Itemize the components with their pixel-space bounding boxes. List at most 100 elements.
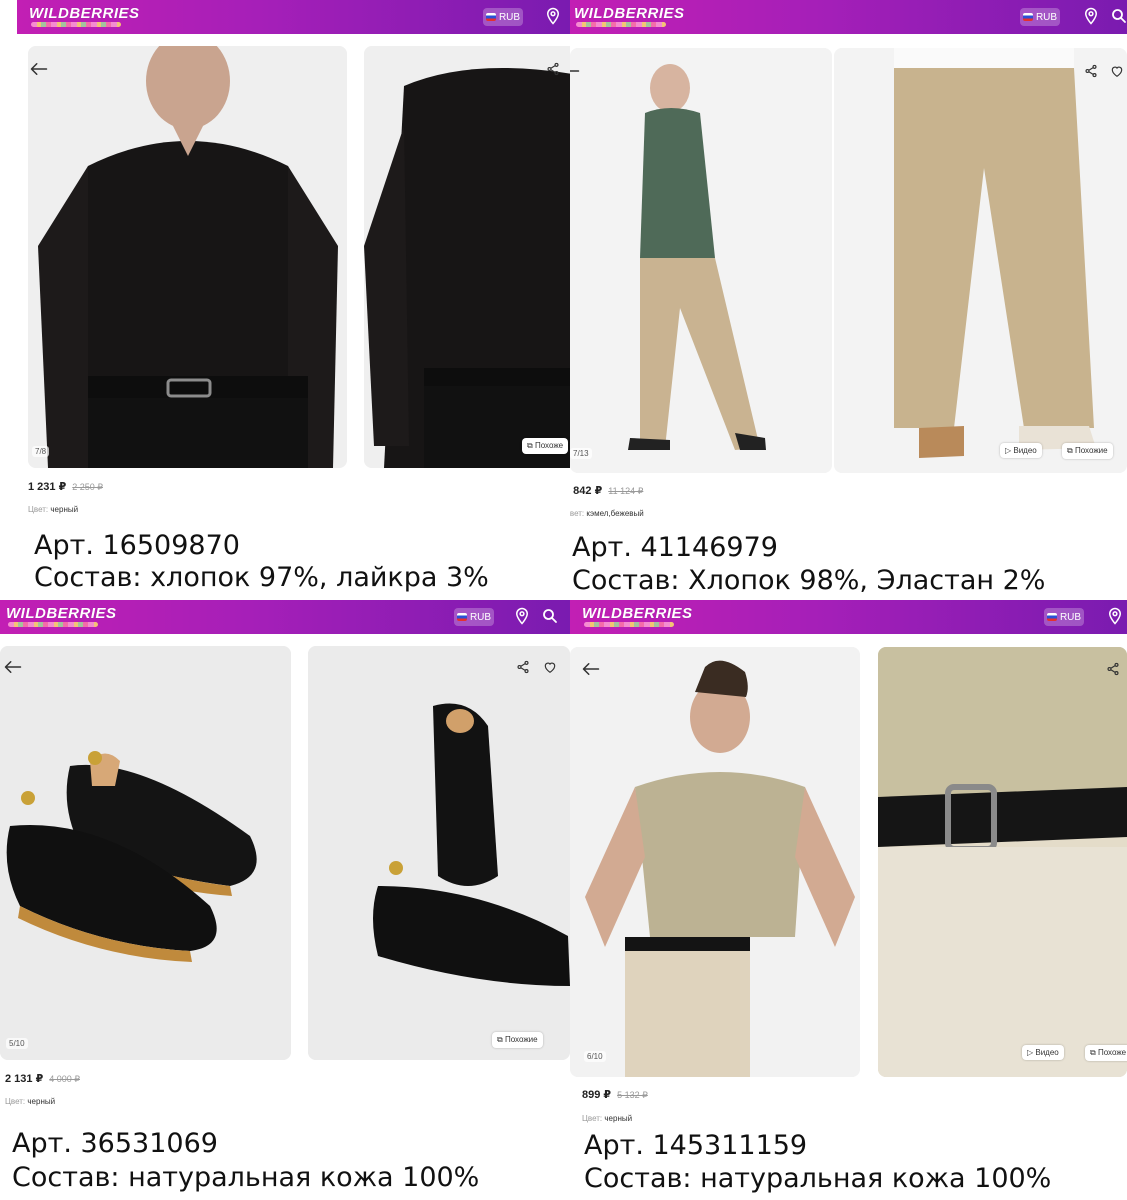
logo-decoration [576,22,666,27]
composition-text: Состав: хлопок 97%, лайкра 3% [34,562,489,593]
article-number: Арт. 36531069 [12,1128,218,1159]
shirt-back-image [364,46,570,468]
old-price: 2 250 ₽ [72,482,103,492]
share-icon[interactable] [546,62,560,76]
photo-counter: 5/10 [6,1038,28,1049]
favorite-heart-icon[interactable] [1110,64,1124,78]
article-number: Арт. 41146979 [572,532,778,563]
old-price: 5 132 ₽ [617,1090,648,1100]
similar-label: Похоже [534,441,564,450]
color-label: Цвет: [5,1097,26,1106]
russia-flag-icon [1046,613,1057,621]
currency-label: RUB [498,11,521,23]
loafers-pair-image [0,646,291,1060]
wildberries-logo[interactable]: WILDBERRIES [582,605,693,622]
current-price: 899 ₽ [582,1089,612,1101]
product-panel-loafers: WILDBERRIES RUB 5/10 ⧉ Похожие 2 131 ₽ 4… [0,600,570,1200]
similar-button[interactable]: ⧉ Похожие [492,1032,543,1048]
product-panel-shirt: WILDBERRIES RUB 7/8 ⧉ Похоже 1 231 ₽ 2 2… [0,0,570,600]
back-arrow-icon[interactable] [4,660,22,674]
wildberries-logo[interactable]: WILDBERRIES [6,605,117,622]
location-pin-icon[interactable] [1106,607,1124,625]
logo-decoration [31,22,121,27]
similar-label: Похожие [1074,446,1108,455]
photo-counter: 7/13 [570,448,592,459]
price: 2 131 ₽ 4 000 ₽ [5,1072,80,1085]
logo-decoration [584,622,674,627]
search-icon[interactable] [1110,7,1127,25]
product-photo-front[interactable]: 5/10 [0,646,291,1060]
color-label: Цвет: [582,1114,603,1123]
back-arrow-icon[interactable] [570,64,580,78]
current-price: 1 231 ₽ [28,481,67,493]
currency-button[interactable]: RUB [1020,8,1060,26]
currency-button[interactable]: RUB [483,8,523,26]
video-label: Видео [1035,1048,1059,1057]
video-button[interactable]: ▷ Видео [1022,1045,1064,1060]
composition-text: Состав: натуральная кожа 100% [584,1163,1052,1194]
composition-text: Состав: Хлопок 98%, Эластан 2% [572,565,1046,596]
russia-flag-icon [485,13,496,21]
product-photo-front[interactable]: 7/13 [570,48,832,473]
top-bar: WILDBERRIES RUB [570,600,1127,634]
wildberries-logo[interactable]: WILDBERRIES [574,5,685,22]
product-panel-chinos: WILDBERRIES RUB 7/13 ▷ Видео ⧉ Похожие 8… [570,0,1127,600]
back-arrow-icon[interactable] [582,662,600,676]
product-photo-back[interactable]: ▷ Видео ⧉ Похожие [834,48,1127,473]
similar-icon: ⧉ [497,1035,505,1044]
product-photo-back[interactable]: ⧉ Похоже [364,46,570,468]
price: 1 231 ₽ 2 250 ₽ [28,480,103,493]
wildberries-logo[interactable]: WILDBERRIES [29,5,140,22]
similar-icon: ⧉ [1090,1048,1098,1057]
currency-label: RUB [469,611,492,623]
chinos-back-image [834,48,1127,473]
location-pin-icon[interactable] [544,7,562,25]
article-number: Арт. 145311159 [584,1130,808,1161]
belt-closeup-image [878,647,1127,1077]
shirt-front-image [28,46,347,468]
product-panel-belt: WILDBERRIES RUB 6/10 ▷ Видео ⧉ Похоже 89… [570,600,1127,1200]
currency-button[interactable]: RUB [1044,608,1084,626]
back-arrow-icon[interactable] [30,62,48,76]
current-price: 2 842 ₽ [570,485,603,497]
share-icon[interactable] [1106,662,1120,676]
color-info: Цвет: кэмел,бежевый [570,509,644,518]
currency-button[interactable]: RUB [454,608,494,626]
product-photo-front[interactable]: 7/8 [28,46,347,468]
russia-flag-icon [1022,13,1033,21]
color-info: Цвет: черный [5,1097,55,1106]
belt-model-image [570,647,860,1077]
product-photo-front[interactable]: 6/10 [570,647,860,1077]
similar-button[interactable]: ⧉ Похоже [1085,1045,1127,1061]
favorite-heart-icon[interactable] [543,660,557,674]
color-value: черный [604,1114,633,1123]
loafers-side-image [308,646,570,1060]
similar-button[interactable]: ⧉ Похожие [1062,443,1113,459]
share-icon[interactable] [1084,64,1098,78]
article-number: Арт. 16509870 [34,530,240,561]
chinos-front-image [570,48,832,473]
search-icon[interactable] [541,607,559,625]
price: 899 ₽ 5 132 ₽ [582,1088,648,1101]
old-price: 4 000 ₽ [49,1074,80,1084]
top-bar: WILDBERRIES RUB [0,600,570,634]
share-icon[interactable] [516,660,530,674]
location-pin-icon[interactable] [513,607,531,625]
color-label: Цвет: [28,505,49,514]
similar-button[interactable]: ⧉ Похоже [522,438,569,454]
similar-icon: ⧉ [1067,446,1075,455]
video-label: Видео [1013,446,1037,455]
color-info: Цвет: черный [582,1114,632,1123]
current-price: 2 131 ₽ [5,1073,44,1085]
product-photo-back[interactable]: ⧉ Похожие [308,646,570,1060]
similar-label: Похоже [1097,1048,1127,1057]
currency-label: RUB [1035,11,1058,23]
photo-counter: 7/8 [32,446,50,457]
video-button[interactable]: ▷ Видео [1000,443,1042,458]
location-pin-icon[interactable] [1082,7,1100,25]
price: 2 842 ₽ 11 124 ₽ [570,484,643,497]
color-value: кэмел,бежевый [586,509,644,518]
composition-text: Состав: натуральная кожа 100% [12,1162,480,1193]
product-photo-back[interactable]: ▷ Видео ⧉ Похоже [878,647,1127,1077]
photo-counter: 6/10 [584,1051,606,1062]
